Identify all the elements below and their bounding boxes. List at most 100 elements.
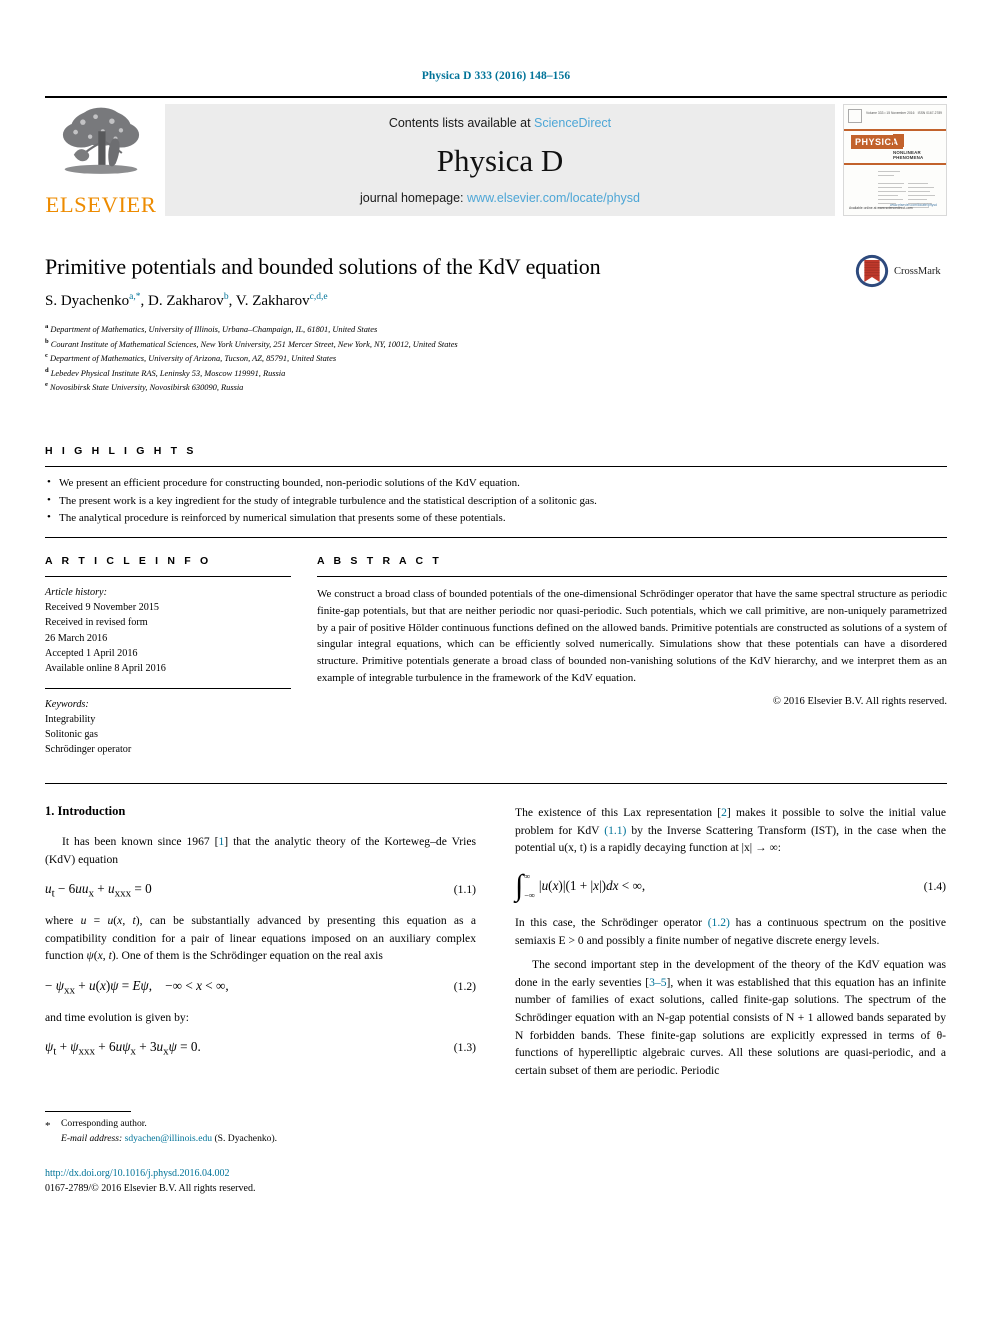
- history-accepted: Accepted 1 April 2016: [45, 647, 138, 659]
- author-2-name: D. Zakharov: [148, 293, 224, 310]
- author-2[interactable]: D. Zakharovb: [148, 292, 229, 310]
- highlight-item: The analytical procedure is reinforced b…: [45, 509, 947, 528]
- equation-1-4-number: (1.4): [923, 879, 946, 893]
- keyword-item: Solitonic gas: [45, 729, 98, 740]
- affiliation-c-label: c: [45, 352, 48, 360]
- homepage-prefix: journal homepage:: [359, 191, 468, 205]
- affiliation-b-label: b: [45, 337, 49, 345]
- abstract-heading: A B S T R A C T: [317, 555, 442, 568]
- equation-1-4-body: ∞ −∞ ∫ |u(x)|(1 + |x|)dx < ∞,: [515, 871, 645, 901]
- paragraph-right-3: The second important step in the develop…: [515, 956, 946, 1079]
- author-1[interactable]: S. Dyachenkoa,*: [45, 292, 141, 310]
- contents-available-line: Contents lists available at ScienceDirec…: [389, 116, 611, 130]
- paragraph-intro-3: and time evolution is given by:: [45, 1010, 189, 1024]
- title-block: Primitive potentials and bounded solutio…: [45, 254, 947, 395]
- author-1-name: S. Dyachenko: [45, 293, 130, 310]
- highlights-list: We present an efficient procedure for co…: [45, 474, 947, 528]
- body-columns: 1. Introduction It has been known since …: [45, 804, 947, 1204]
- paragraph-right-1: The existence of this Lax representation…: [515, 804, 946, 857]
- history-online: Available online 8 April 2016: [45, 662, 166, 674]
- right-p2-part-a: In this case, the Schrödinger operator: [515, 916, 708, 930]
- intro-p1-part-a: It has been known since 1967 [: [62, 835, 219, 849]
- equation-1-3: ψt + ψxxx + 6uψx + 3uxψ = 0. (1.3): [45, 1039, 476, 1058]
- equation-1-4: ∞ −∞ ∫ |u(x)|(1 + |x|)dx < ∞, (1.4): [515, 871, 946, 901]
- author-sep-2: ,: [228, 293, 236, 310]
- body-left-column: 1. Introduction It has been known since …: [45, 804, 476, 1204]
- article-history-block: Article history: Received 9 November 201…: [45, 585, 291, 676]
- article-history-label: Article history:: [45, 587, 107, 599]
- equation-1-1: ut − 6uux + uxxx = 0 (1.1): [45, 881, 476, 900]
- equation-1-4-limits: ∞ −∞: [524, 871, 535, 901]
- cover-rule-top: [844, 129, 946, 131]
- journal-title: Physica D: [436, 143, 564, 178]
- equation-1-2-number: (1.2): [453, 979, 476, 993]
- integral-upper-limit: ∞: [524, 872, 531, 882]
- body-right-column: The existence of this Lax representation…: [515, 804, 946, 1204]
- journal-cover-thumbnail[interactable]: Volume 333 • 15 November 2016 ISSN 0167-…: [843, 104, 947, 216]
- sciencedirect-link[interactable]: ScienceDirect: [534, 116, 611, 130]
- affiliation-e-label: e: [45, 381, 48, 389]
- equation-1-2: − ψxx + u(x)ψ = Eψ, −∞ < x < ∞, (1.2): [45, 978, 476, 997]
- affiliation-a-text: Department of Mathematics, University of…: [50, 325, 378, 335]
- affiliation-d-label: d: [45, 366, 49, 374]
- equation-1-3-number: (1.3): [453, 1041, 476, 1055]
- cover-letter-d: [893, 134, 904, 147]
- paper-page: Physica D 333 (2016) 148–156 ELSEVIER Co…: [0, 0, 992, 1323]
- masthead-banner: Contents lists available at ScienceDirec…: [165, 104, 835, 216]
- cover-artwork: Volume 333 • 15 November 2016 ISSN 0167-…: [844, 105, 946, 215]
- history-received: Received 9 November 2015: [45, 602, 160, 614]
- affiliation-d: d Lebedev Physical Institute RAS, Lenins…: [45, 366, 947, 380]
- citation-3-5[interactable]: 3–5: [649, 976, 666, 989]
- author-sep-1: ,: [140, 293, 148, 310]
- contents-prefix: Contents lists available at: [388, 116, 535, 130]
- journal-masthead: ELSEVIER Contents lists available at Sci…: [45, 96, 947, 220]
- highlight-item: The present work is a key ingredient for…: [45, 492, 947, 511]
- history-revised-label: Received in revised form: [45, 617, 148, 629]
- crossmark-badge[interactable]: CrossMark: [855, 254, 947, 288]
- affiliation-a-label: a: [45, 323, 49, 331]
- equation-1-4-expression: |u(x)|(1 + |x|)dx < ∞,: [538, 878, 646, 894]
- journal-homepage-link[interactable]: www.elsevier.com/locate/physd: [467, 191, 640, 205]
- footnote-rule: [45, 1111, 131, 1113]
- abstract-copyright: © 2016 Elsevier B.V. All rights reserved…: [772, 695, 947, 707]
- paragraph-right-2: In this case, the Schrödinger operator (…: [515, 914, 946, 949]
- doi-link[interactable]: http://dx.doi.org/10.1016/j.physd.2016.0…: [45, 1166, 476, 1181]
- abstract-text: We construct a broad class of bounded po…: [317, 588, 947, 684]
- crossmark-icon: [855, 254, 889, 288]
- issn-copyright-line: 0167-2789/© 2016 Elsevier B.V. All right…: [45, 1183, 256, 1195]
- author-3-marks: c,d,e: [309, 292, 328, 303]
- author-3[interactable]: V. Zakharovc,d,e: [235, 292, 328, 310]
- page-title: Primitive potentials and bounded solutio…: [45, 254, 601, 279]
- article-info-column: A R T I C L E I N F O Article history: R…: [45, 555, 291, 757]
- keywords-block: Keywords: Integrability Solitonic gas Sc…: [45, 697, 291, 757]
- author-3-name: V. Zakharov: [235, 293, 310, 310]
- equation-1-1-number: (1.1): [453, 883, 476, 897]
- affiliation-a: a Department of Mathematics, University …: [45, 322, 947, 336]
- elsevier-tree-icon: [62, 107, 140, 174]
- keywords-label: Keywords:: [45, 698, 89, 710]
- highlight-item: We present an efficient procedure for co…: [45, 474, 947, 493]
- highlights-rule-top: [45, 465, 947, 467]
- highlights-section: H I G H L I G H T S We present an effici…: [45, 445, 947, 539]
- footnote-block: * Corresponding author. E-mail address: s…: [45, 1111, 476, 1146]
- keywords-rule: [45, 687, 291, 689]
- elsevier-wordmark: ELSEVIER: [45, 191, 157, 217]
- footnote-email-suffix: (S. Dyachenko).: [212, 1132, 278, 1144]
- imprint-block: http://dx.doi.org/10.1016/j.physd.2016.0…: [45, 1166, 476, 1196]
- footnote-email-link[interactable]: sdyachen@illinois.edu: [125, 1133, 212, 1144]
- equation-1-2-body: − ψxx + u(x)ψ = Eψ, −∞ < x < ∞,: [45, 977, 229, 997]
- equation-1-1-body: ut − 6uux + uxxx = 0: [45, 881, 152, 901]
- history-revised-date: 26 March 2016: [45, 632, 108, 644]
- affiliation-c-text: Department of Mathematics, University of…: [50, 354, 337, 364]
- affiliation-e-text: Novosibirsk State University, Novosibirs…: [50, 383, 244, 393]
- right-p1-part-a: The existence of this Lax representation…: [515, 806, 722, 820]
- affiliation-d-text: Lebedev Physical Institute RAS, Leninsky…: [50, 368, 286, 378]
- section-heading-introduction: 1. Introduction: [45, 804, 126, 819]
- footnote-corresponding-author: * Corresponding author.: [45, 1117, 476, 1132]
- equation-ref-1-2[interactable]: (1.2): [708, 916, 730, 929]
- cover-rule-mid: [844, 163, 946, 165]
- crossmark-label: CrossMark: [894, 265, 941, 277]
- equation-ref-1-1[interactable]: (1.1): [604, 824, 626, 837]
- elsevier-logo: ELSEVIER: [45, 98, 157, 220]
- cover-issue-line: Volume 333 • 15 November 2016 ISSN 0167-…: [866, 111, 942, 115]
